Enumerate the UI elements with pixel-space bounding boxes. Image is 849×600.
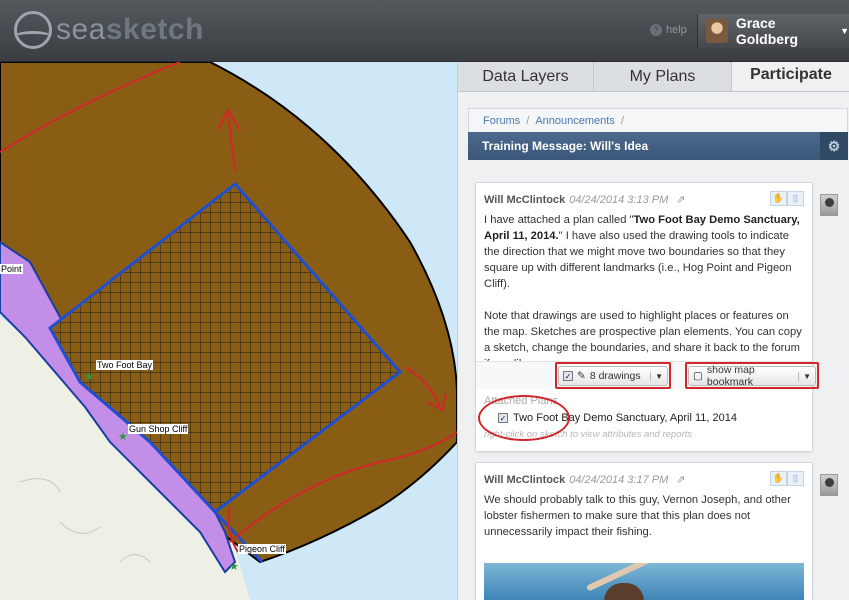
author-avatar[interactable] [820, 194, 838, 216]
logo-wave-icon [14, 11, 52, 49]
post-actions: ✋ ▯ [770, 471, 804, 486]
avatar [706, 19, 728, 43]
highlight-bookmark [685, 362, 819, 389]
post-date: 04/24/2014 3:17 PM [569, 473, 669, 486]
delete-icon[interactable]: ▯ [787, 191, 804, 206]
breadcrumb: Forums / Announcements / [468, 108, 848, 132]
logo-text-sea: sea [56, 13, 106, 46]
map-canvas[interactable]: ★ ★ ★ Point Two Foot Bay Gun Shop Cliff … [0, 62, 457, 600]
thread-title-bar: Training Message: Will's Idea ⚙ [468, 132, 848, 160]
forum-post: Will McClintock 04/24/2014 3:13 PM ⇗ ✋ ▯… [475, 182, 819, 452]
marker-star: ★ [229, 561, 239, 573]
chevron-down-icon: ▼ [840, 26, 849, 36]
map-svg[interactable]: ★ ★ ★ [0, 62, 457, 600]
user-menu[interactable]: Grace Goldberg ▼ [697, 14, 849, 48]
forum-post: Will McClintock 04/24/2014 3:17 PM ⇗ ✋ ▯… [475, 462, 813, 600]
help-icon: ? [650, 24, 662, 36]
post-author[interactable]: Will McClintock [484, 474, 565, 486]
post-actions: ✋ ▯ [770, 191, 804, 206]
share-icon[interactable]: ⇗ [676, 473, 685, 486]
post-body: We should probably talk to this guy, Ver… [484, 492, 804, 540]
gear-icon[interactable]: ⚙ [820, 132, 848, 160]
help-link[interactable]: ? help [650, 24, 687, 36]
marker-star: ★ [84, 371, 94, 383]
post-date: 04/24/2014 3:13 PM [569, 193, 669, 206]
post-author[interactable]: Will McClintock [484, 194, 565, 206]
like-icon[interactable]: ✋ [770, 191, 787, 206]
right-panel: Data Layers My Plans Participate Forums /… [457, 62, 849, 600]
map-label-hog-point: Point [0, 264, 23, 274]
post-header: Will McClintock 04/24/2014 3:17 PM ⇗ [484, 473, 804, 487]
breadcrumb-forums[interactable]: Forums [483, 115, 520, 127]
post-toolbar: ✓ ✎ 8 drawings ▼ ▢ show map bookmark ▼ [476, 361, 819, 389]
map-label-gun-shop-cliff: Gun Shop Cliff [128, 424, 189, 434]
post-body: I have attached a plan called "Two Foot … [484, 212, 804, 372]
delete-icon[interactable]: ▯ [787, 471, 804, 486]
tab-data-layers[interactable]: Data Layers [458, 62, 594, 92]
post-text: I have attached a plan called " [484, 214, 634, 226]
highlight-attached [478, 395, 570, 441]
author-avatar[interactable] [820, 474, 838, 496]
share-icon[interactable]: ⇗ [676, 193, 685, 206]
like-icon[interactable]: ✋ [770, 471, 787, 486]
logo-text-sketch: sketch [105, 13, 204, 46]
top-bar: seasketch ? help Grace Goldberg ▼ [0, 0, 849, 62]
marker-star: ★ [118, 431, 128, 443]
thread-title: Training Message: Will's Idea [482, 139, 649, 153]
tab-bar: Data Layers My Plans Participate [458, 62, 849, 92]
map-label-two-foot-bay: Two Foot Bay [96, 360, 154, 370]
post-text: We should probably talk to this guy, Ver… [484, 494, 791, 538]
map-label-pigeon-cliff: Pigeon Cliff [238, 544, 286, 554]
user-name: Grace Goldberg [735, 15, 799, 47]
highlight-drawings [555, 362, 671, 389]
attached-plans: Attached Plans ✓ Two Foot Bay Demo Sanct… [478, 395, 804, 441]
post-header: Will McClintock 04/24/2014 3:13 PM ⇗ [484, 193, 804, 207]
breadcrumb-announcements[interactable]: Announcements [535, 115, 615, 127]
tab-my-plans[interactable]: My Plans [594, 62, 732, 92]
post-photo[interactable] [484, 563, 804, 600]
seasketch-logo[interactable]: seasketch [14, 10, 204, 50]
help-label: help [666, 24, 687, 36]
tab-participate[interactable]: Participate [732, 62, 849, 91]
